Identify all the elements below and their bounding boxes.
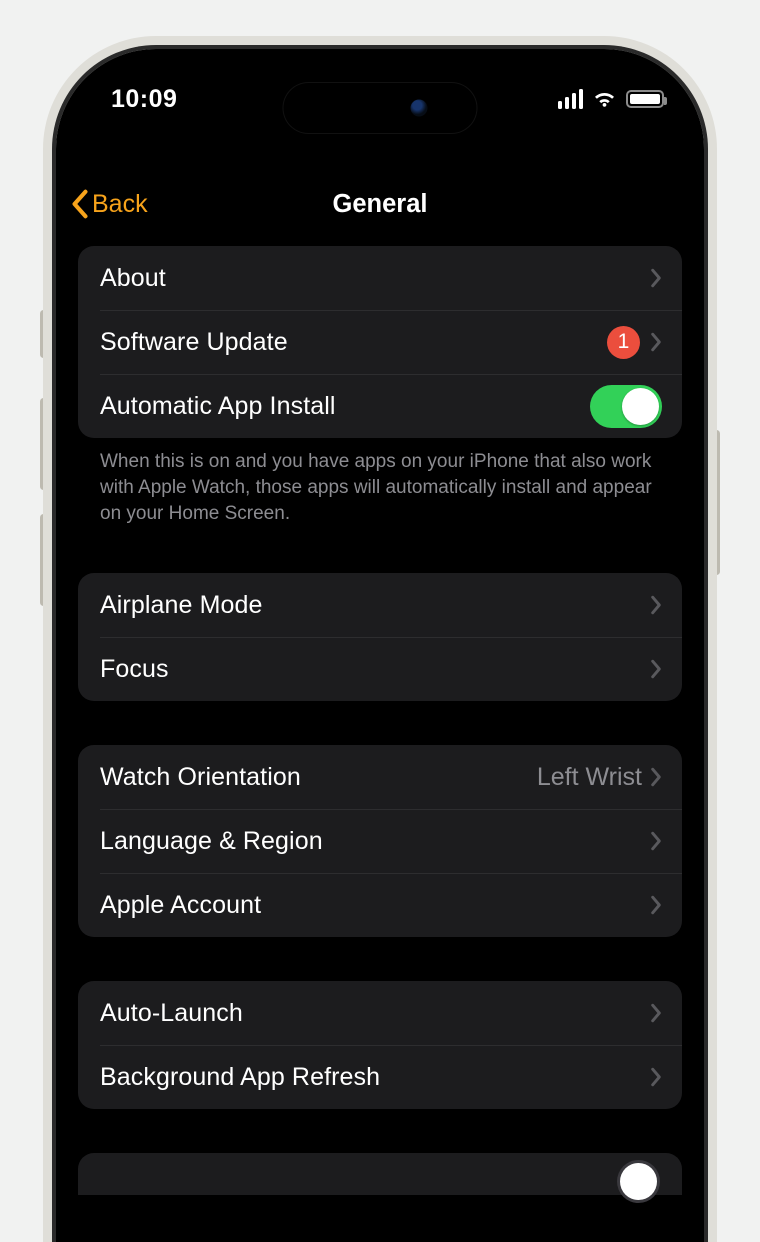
- row-auto-launch[interactable]: Auto-Launch: [78, 981, 682, 1045]
- chevron-right-icon: [650, 332, 662, 352]
- row-label: About: [100, 264, 650, 293]
- status-time: 10:09: [111, 85, 177, 114]
- row-language-region[interactable]: Language & Region: [78, 809, 682, 873]
- phone-frame: 10:09 Back General About: [56, 49, 704, 1242]
- settings-group: About Software Update 1 Automatic App In…: [78, 246, 682, 438]
- page-title: General: [333, 190, 428, 219]
- row-label: Auto-Launch: [100, 999, 650, 1028]
- row-airplane-mode[interactable]: Airplane Mode: [78, 573, 682, 637]
- chevron-right-icon: [650, 268, 662, 288]
- row-software-update[interactable]: Software Update 1: [78, 310, 682, 374]
- chevron-right-icon: [650, 831, 662, 851]
- row-focus[interactable]: Focus: [78, 637, 682, 701]
- row-label: Software Update: [100, 328, 607, 357]
- group-footer: When this is on and you have apps on you…: [78, 438, 682, 527]
- screen: 10:09 Back General About: [56, 49, 704, 1242]
- notification-badge: 1: [607, 326, 640, 359]
- row-background-app-refresh[interactable]: Background App Refresh: [78, 1045, 682, 1109]
- content: About Software Update 1 Automatic App In…: [56, 246, 704, 1242]
- settings-group: Watch Orientation Left Wrist Language & …: [78, 745, 682, 937]
- chevron-right-icon: [650, 895, 662, 915]
- dynamic-island: [283, 82, 478, 134]
- chevron-right-icon: [650, 1003, 662, 1023]
- cellular-icon: [558, 89, 584, 109]
- phone-side-button: [713, 430, 720, 575]
- row-watch-orientation[interactable]: Watch Orientation Left Wrist: [78, 745, 682, 809]
- chevron-right-icon: [650, 1067, 662, 1087]
- phone-side-button: [40, 514, 47, 606]
- row-label: Apple Account: [100, 891, 650, 920]
- row-label: Background App Refresh: [100, 1063, 650, 1092]
- settings-group: Airplane Mode Focus: [78, 573, 682, 701]
- row-label: Airplane Mode: [100, 591, 650, 620]
- toggle-automatic-app-install[interactable]: [590, 385, 662, 428]
- row-apple-account[interactable]: Apple Account: [78, 873, 682, 937]
- status-right: [558, 89, 665, 109]
- back-button[interactable]: Back: [71, 179, 148, 229]
- phone-side-button: [40, 310, 47, 358]
- chevron-right-icon: [650, 767, 662, 787]
- row-about[interactable]: About: [78, 246, 682, 310]
- nav-bar: Back General: [56, 179, 704, 229]
- row-value: Left Wrist: [537, 763, 642, 792]
- toggle-knob[interactable]: [620, 1163, 657, 1200]
- chevron-right-icon: [650, 659, 662, 679]
- settings-group-partial: [78, 1153, 682, 1195]
- phone-side-button: [40, 398, 47, 490]
- row-label: Language & Region: [100, 827, 650, 856]
- settings-group: Auto-Launch Background App Refresh: [78, 981, 682, 1109]
- chevron-right-icon: [650, 595, 662, 615]
- row-automatic-app-install: Automatic App Install: [78, 374, 682, 438]
- row-label: Automatic App Install: [100, 392, 590, 421]
- battery-icon: [626, 90, 664, 108]
- row-label: Watch Orientation: [100, 763, 537, 792]
- row-label: Focus: [100, 655, 650, 684]
- back-label: Back: [92, 190, 148, 219]
- wifi-icon: [592, 89, 617, 109]
